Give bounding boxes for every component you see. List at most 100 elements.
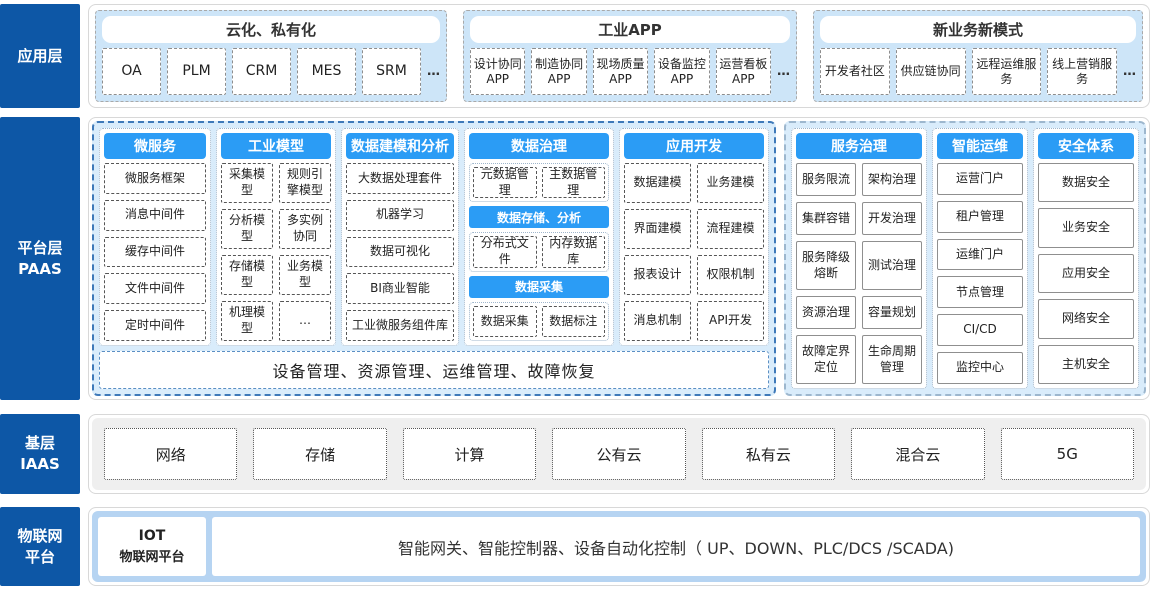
- paas-item: CI/CD: [937, 314, 1023, 346]
- paas-column-header: 智能运维: [937, 133, 1023, 159]
- paas-item: 生命周期管理: [862, 335, 922, 384]
- paas-item: 网络安全: [1038, 299, 1134, 338]
- paas-subheader: 数据采集: [469, 276, 609, 298]
- paas-item: 业务安全: [1038, 208, 1134, 247]
- paas-item: 服务限流: [796, 163, 856, 196]
- paas-item: 节点管理: [937, 276, 1023, 308]
- paas-item: 微服务框架: [104, 163, 206, 194]
- paas-item: 规则引擎模型: [279, 163, 331, 203]
- iaas-layer-row: 基层 IAAS 网络存储计算公有云私有云混合云5G: [0, 414, 1150, 494]
- paas-item: 集群容错: [796, 202, 856, 235]
- paas-item: 元数据管理: [473, 167, 537, 198]
- app-group-title: 新业务新模式: [820, 16, 1136, 43]
- paas-item: 界面建模: [624, 209, 691, 249]
- paas-column-header: 服务治理: [796, 133, 922, 159]
- paas-item: 开发治理: [862, 202, 922, 235]
- app-item: 设备监控APP: [654, 48, 709, 95]
- paas-column-body: 大数据处理套件机器学习数据可视化BI商业智能工业微服务组件库: [346, 163, 454, 341]
- paas-column: 数据建模和分析大数据处理套件机器学习数据可视化BI商业智能工业微服务组件库: [341, 128, 459, 346]
- paas-item: 消息中间件: [104, 200, 206, 231]
- paas-right-group: 服务治理服务限流架构治理集群容错开发治理服务降级熔断测试治理资源治理容量规划故障…: [784, 121, 1146, 396]
- paas-item: 大数据处理套件: [346, 163, 454, 194]
- paas-column: 智能运维运营门户租户管理运维门户节点管理CI/CD监控中心: [932, 128, 1028, 389]
- paas-column: 应用开发数据建模业务建模界面建模流程建模报表设计权限机制消息机制API开发: [619, 128, 769, 346]
- app-item: MES: [297, 48, 356, 95]
- app-item: 设计协同APP: [470, 48, 525, 95]
- paas-column-header: 微服务: [104, 133, 206, 159]
- paas-item: 内存数据库: [542, 236, 606, 267]
- paas-item: 架构治理: [862, 163, 922, 196]
- iaas-item: 私有云: [702, 428, 835, 480]
- iot-layer-row: 物联网 平台 IOT 物联网平台 智能网关、智能控制器、设备自动化控制（ UP、…: [0, 507, 1150, 586]
- iaas-layer-label: 基层 IAAS: [0, 414, 80, 494]
- ellipsis: …: [427, 48, 440, 95]
- iaas-items: 网络存储计算公有云私有云混合云5G: [92, 418, 1146, 490]
- app-items-row: 设计协同APP制造协同APP现场质量APP设备监控APP运营看板APP…: [470, 48, 790, 95]
- app-items-row: 开发者社区供应链协同远程运维服务线上营销服务…: [820, 48, 1136, 95]
- app-group: 新业务新模式开发者社区供应链协同远程运维服务线上营销服务…: [813, 10, 1143, 102]
- paas-column-header: 数据治理: [469, 133, 609, 159]
- paas-item: 数据建模: [624, 163, 691, 203]
- paas-item: …: [279, 301, 331, 341]
- architecture-diagram: 应用层 云化、私有化OAPLMCRMMESSRM… 工业APP 设计协同APP制造协…: [0, 0, 1150, 592]
- app-group: 云化、私有化OAPLMCRMMESSRM…: [95, 10, 447, 102]
- app-items-row: OAPLMCRMMESSRM…: [102, 48, 440, 95]
- application-groups: 云化、私有化OAPLMCRMMESSRM… 工业APP 设计协同APP制造协同APP…: [92, 8, 1146, 104]
- paas-item: 数据标注: [542, 306, 606, 337]
- paas-item: 分析模型: [221, 209, 273, 249]
- paas-item: 工业微服务组件库: [346, 310, 454, 341]
- paas-column: 数据治理元数据管理主数据管理数据存储、分析分布式文件内存数据库数据采集数据采集数…: [464, 128, 614, 346]
- paas-left-group: 微服务微服务框架消息中间件缓存中间件文件中间件定时中间件工业模型采集模型规则引擎…: [92, 121, 776, 396]
- paas-column-body: 服务限流架构治理集群容错开发治理服务降级熔断测试治理资源治理容量规划故障定界定位…: [796, 163, 922, 384]
- paas-item: 监控中心: [937, 352, 1023, 384]
- paas-layer-content: 微服务微服务框架消息中间件缓存中间件文件中间件定时中间件工业模型采集模型规则引擎…: [88, 117, 1150, 400]
- paas-layer-row: 平台层 PAAS 微服务微服务框架消息中间件缓存中间件文件中间件定时中间件工业模…: [0, 117, 1150, 400]
- iaas-item: 5G: [1001, 428, 1134, 480]
- app-item: 制造协同APP: [531, 48, 586, 95]
- paas-item: 消息机制: [624, 301, 691, 341]
- ellipsis: …: [1123, 48, 1136, 95]
- paas-left-columns: 微服务微服务框架消息中间件缓存中间件文件中间件定时中间件工业模型采集模型规则引擎…: [99, 128, 769, 346]
- paas-item: 运维门户: [937, 239, 1023, 271]
- paas-column-header: 安全体系: [1038, 133, 1134, 159]
- app-item: CRM: [232, 48, 291, 95]
- paas-items-grid: 分布式文件内存数据库: [473, 236, 605, 267]
- paas-right-columns: 服务治理服务限流架构治理集群容错开发治理服务降级熔断测试治理资源治理容量规划故障…: [791, 128, 1139, 389]
- app-item: 运营看板APP: [716, 48, 771, 95]
- paas-item: 业务模型: [279, 255, 331, 295]
- app-item: 远程运维服务: [972, 48, 1042, 95]
- paas-item: 存储模型: [221, 255, 273, 295]
- paas-item: 容量规划: [862, 296, 922, 329]
- app-item: SRM: [362, 48, 421, 95]
- paas-subpanel: 元数据管理主数据管理: [469, 163, 609, 202]
- paas-item: 权限机制: [697, 255, 764, 295]
- paas-item: 分布式文件: [473, 236, 537, 267]
- paas-column: 微服务微服务框架消息中间件缓存中间件文件中间件定时中间件: [99, 128, 211, 346]
- application-layer-label: 应用层: [0, 4, 80, 108]
- paas-item: 主机安全: [1038, 345, 1134, 384]
- ellipsis: …: [777, 48, 790, 95]
- paas-item: 应用安全: [1038, 254, 1134, 293]
- paas-item: 数据可视化: [346, 237, 454, 268]
- paas-subpanel: 分布式文件内存数据库: [469, 232, 609, 271]
- iaas-item: 公有云: [552, 428, 685, 480]
- paas-item: 机理模型: [221, 301, 273, 341]
- paas-item: 缓存中间件: [104, 237, 206, 268]
- iot-title-line1: IOT: [139, 528, 166, 544]
- paas-layer-label: 平台层 PAAS: [0, 117, 80, 400]
- iot-layer-label: 物联网 平台: [0, 507, 80, 586]
- paas-column-body: 微服务框架消息中间件缓存中间件文件中间件定时中间件: [104, 163, 206, 341]
- paas-column: 安全体系数据安全业务安全应用安全网络安全主机安全: [1033, 128, 1139, 389]
- iot-panel: IOT 物联网平台 智能网关、智能控制器、设备自动化控制（ UP、DOWN、PL…: [92, 511, 1146, 582]
- app-group-title: 工业APP: [470, 16, 790, 43]
- paas-item: BI商业智能: [346, 273, 454, 304]
- paas-column-body: 运营门户租户管理运维门户节点管理CI/CD监控中心: [937, 163, 1023, 384]
- application-layer-row: 应用层 云化、私有化OAPLMCRMMESSRM… 工业APP 设计协同APP制造协…: [0, 4, 1150, 108]
- iaas-item: 混合云: [851, 428, 984, 480]
- paas-item: 资源治理: [796, 296, 856, 329]
- app-item: PLM: [167, 48, 226, 95]
- paas-item: 运营门户: [937, 163, 1023, 195]
- paas-item: 流程建模: [697, 209, 764, 249]
- paas-item: 业务建模: [697, 163, 764, 203]
- iot-title-box: IOT 物联网平台: [98, 517, 206, 576]
